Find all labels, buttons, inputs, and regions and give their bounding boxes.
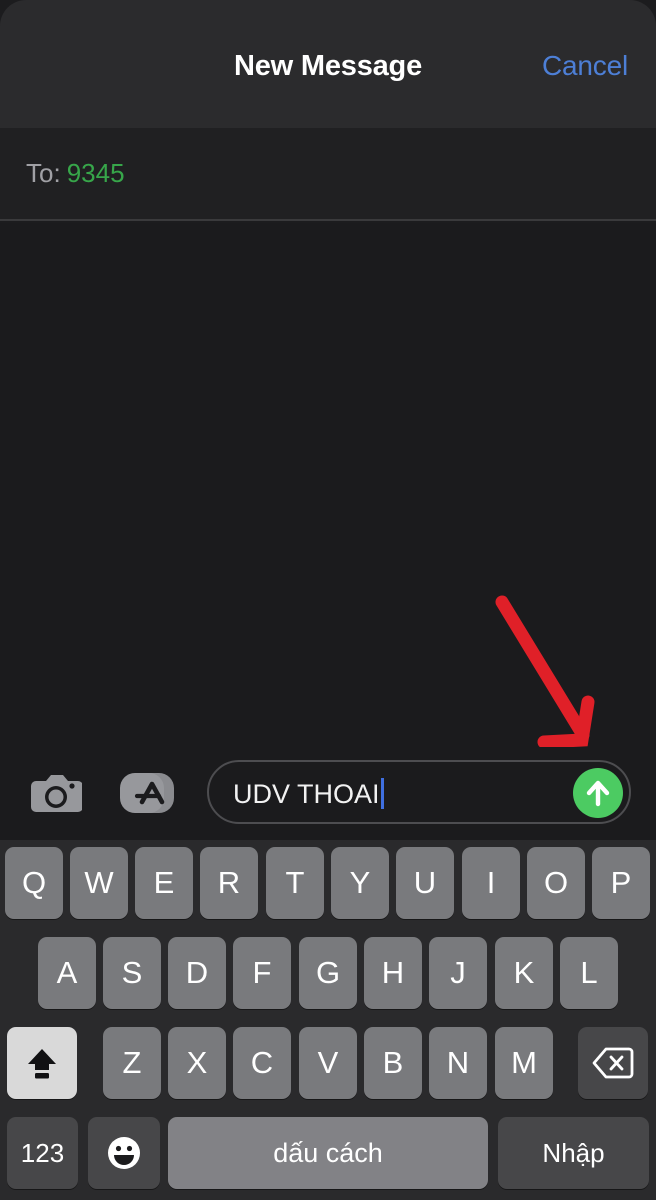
- message-input-toolbar: UDV THOAI: [0, 747, 656, 840]
- messages-new-message-screen: New Message Cancel To: 9345 UDV THOAI Q …: [0, 0, 656, 1200]
- shift-up-icon: [28, 1049, 56, 1079]
- message-input-value-wrap: UDV THOAI: [233, 778, 384, 810]
- message-input-value: UDV THOAI: [233, 779, 380, 809]
- key-g[interactable]: G: [299, 937, 357, 1009]
- message-input-field[interactable]: UDV THOAI: [207, 760, 631, 824]
- recipient-value[interactable]: 9345: [67, 158, 125, 188]
- key-m[interactable]: M: [495, 1027, 553, 1099]
- navigation-bar: New Message Cancel: [0, 0, 656, 128]
- recipient-field-inner: To: 9345: [26, 158, 125, 189]
- key-p[interactable]: P: [592, 847, 650, 919]
- key-j[interactable]: J: [429, 937, 487, 1009]
- key-b[interactable]: B: [364, 1027, 422, 1099]
- app-store-icon[interactable]: [118, 769, 180, 817]
- key-y[interactable]: Y: [331, 847, 389, 919]
- key-a[interactable]: A: [38, 937, 96, 1009]
- key-w[interactable]: W: [70, 847, 128, 919]
- camera-icon[interactable]: [30, 769, 82, 817]
- key-z[interactable]: Z: [103, 1027, 161, 1099]
- key-t[interactable]: T: [266, 847, 324, 919]
- key-q[interactable]: Q: [5, 847, 63, 919]
- backspace-key[interactable]: [578, 1027, 648, 1099]
- key-n[interactable]: N: [429, 1027, 487, 1099]
- smiley-face-icon: [108, 1137, 140, 1169]
- return-key[interactable]: Nhập: [498, 1117, 649, 1189]
- shift-key[interactable]: [7, 1027, 77, 1099]
- key-l[interactable]: L: [560, 937, 618, 1009]
- key-d[interactable]: D: [168, 937, 226, 1009]
- key-e[interactable]: E: [135, 847, 193, 919]
- key-u[interactable]: U: [396, 847, 454, 919]
- space-key[interactable]: dấu cách: [168, 1117, 488, 1189]
- key-o[interactable]: O: [527, 847, 585, 919]
- conversation-area: [0, 223, 656, 747]
- key-h[interactable]: H: [364, 937, 422, 1009]
- cancel-button[interactable]: Cancel: [542, 50, 628, 82]
- key-x[interactable]: X: [168, 1027, 226, 1099]
- key-k[interactable]: K: [495, 937, 553, 1009]
- onscreen-keyboard: Q W E R T Y U I O P A S D F G H J K L Z …: [0, 840, 656, 1200]
- key-i[interactable]: I: [462, 847, 520, 919]
- key-f[interactable]: F: [233, 937, 291, 1009]
- key-r[interactable]: R: [200, 847, 258, 919]
- recipient-field[interactable]: To: 9345: [0, 128, 656, 221]
- emoji-key[interactable]: [88, 1117, 160, 1189]
- text-cursor: [380, 778, 384, 809]
- key-s[interactable]: S: [103, 937, 161, 1009]
- recipient-label: To:: [26, 158, 61, 188]
- key-v[interactable]: V: [299, 1027, 357, 1099]
- backspace-delete-icon: [592, 1047, 634, 1079]
- key-c[interactable]: C: [233, 1027, 291, 1099]
- send-button[interactable]: [573, 768, 623, 818]
- numeric-key[interactable]: 123: [7, 1117, 78, 1189]
